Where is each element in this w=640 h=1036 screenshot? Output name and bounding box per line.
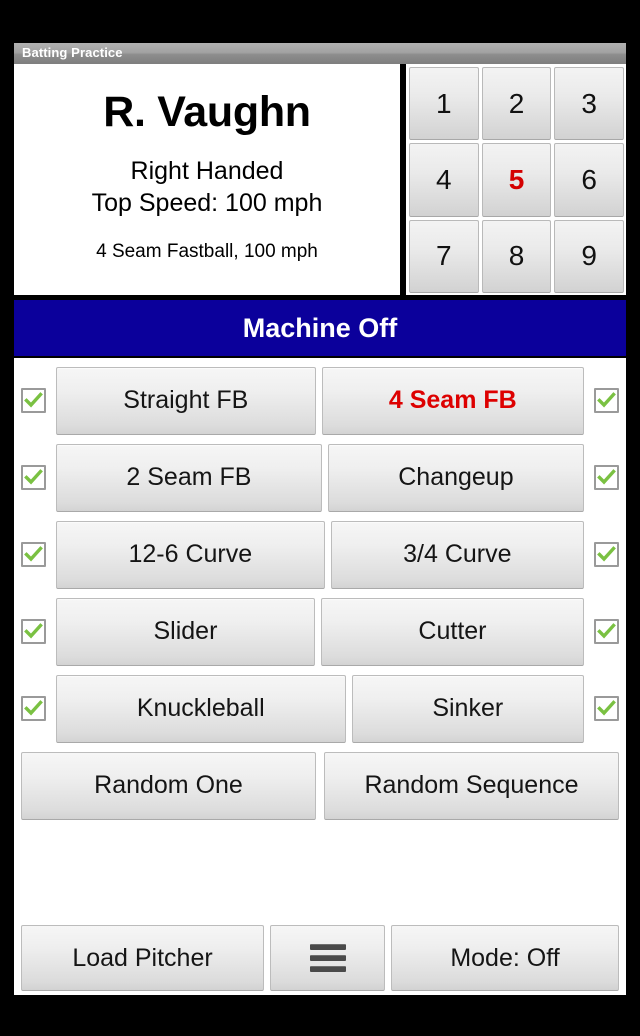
pitch-selection-area: Straight FB 4 Seam FB 2 Seam FB Changeup… [14,358,626,921]
random-one-button[interactable]: Random One [21,751,316,820]
load-pitcher-button[interactable]: Load Pitcher [21,925,264,991]
pitch-button-straight-fb[interactable]: Straight FB [56,366,316,435]
pitch-button-changeup[interactable]: Changeup [327,443,585,512]
pitch-checkbox-straight-fb[interactable] [21,388,46,413]
pitch-checkbox-2-seam-fb[interactable] [21,465,46,490]
check-icon [597,469,616,485]
keypad-key-5[interactable]: 5 [481,143,552,217]
machine-status-banner[interactable]: Machine Off [14,300,626,356]
check-icon [24,623,43,639]
pitch-button-slider[interactable]: Slider [56,597,315,666]
pitch-button-3-4-curve[interactable]: 3/4 Curve [330,520,584,589]
pitch-button-4-seam-fb[interactable]: 4 Seam FB [321,366,584,435]
check-icon [24,546,43,562]
pitch-checkbox-sinker[interactable] [594,696,620,721]
check-icon [597,623,616,639]
pitcher-info-panel: R. Vaughn Right Handed Top Speed: 100 mp… [14,64,403,295]
mode-button[interactable]: Mode: Off [391,925,619,991]
keypad-key-3[interactable]: 3 [554,67,624,141]
keypad-key-7[interactable]: 7 [409,219,479,293]
pitch-button-sinker[interactable]: Sinker [351,674,585,743]
menu-button[interactable] [270,925,385,991]
keypad-key-1[interactable]: 1 [409,67,479,141]
pitch-row: Knuckleball Sinker [14,670,626,747]
random-row: Random One Random Sequence [14,747,626,824]
pitch-button-cutter[interactable]: Cutter [320,597,585,666]
check-icon [24,469,43,485]
pitch-row: 12-6 Curve 3/4 Curve [14,516,626,593]
pitch-checkbox-3-4-curve[interactable] [594,542,619,567]
keypad-key-2[interactable]: 2 [481,67,552,141]
app-screen: Batting Practice R. Vaughn Right Handed … [0,0,640,1036]
top-section: R. Vaughn Right Handed Top Speed: 100 mp… [14,64,626,295]
pitch-checkbox-12-6-curve[interactable] [21,542,46,567]
keypad-key-4[interactable]: 4 [409,143,479,217]
hamburger-menu-icon [309,944,346,972]
pitcher-current-pitch: 4 Seam Fastball, 100 mph [96,241,318,263]
check-icon [24,700,43,716]
bottom-toolbar: Load Pitcher Mode: Off [14,921,626,995]
pitch-checkbox-slider[interactable] [21,619,46,644]
random-sequence-button[interactable]: Random Sequence [324,751,619,820]
check-icon [597,700,616,716]
title-bar: Batting Practice [14,43,626,64]
machine-status-label: Machine Off [242,312,398,343]
pitch-row: Straight FB 4 Seam FB [14,362,626,439]
pitch-checkbox-changeup[interactable] [594,465,620,490]
keypad-key-8[interactable]: 8 [481,219,552,293]
pitch-row: 2 Seam FB Changeup [14,439,626,516]
pitch-button-2-seam-fb[interactable]: 2 Seam FB [56,443,322,512]
speed-keypad: 1 2 3 4 5 6 7 8 9 [406,64,626,295]
pitch-button-knuckleball[interactable]: Knuckleball [56,674,346,743]
keypad-key-9[interactable]: 9 [554,219,624,293]
pitcher-top-speed: Top Speed: 100 mph [91,189,323,218]
check-icon [597,392,616,408]
pitch-button-12-6-curve[interactable]: 12-6 Curve [56,520,325,589]
check-icon [24,392,43,408]
keypad-key-6[interactable]: 6 [554,143,624,217]
check-icon [597,546,616,562]
pitcher-handedness: Right Handed [130,157,284,186]
pitcher-name: R. Vaughn [103,88,311,136]
pitch-checkbox-cutter[interactable] [594,619,620,644]
pitch-checkbox-4-seam-fb[interactable] [594,388,619,413]
pitch-checkbox-knuckleball[interactable] [21,696,46,721]
pitch-row: Slider Cutter [14,593,626,670]
window-title: Batting Practice [22,45,123,60]
